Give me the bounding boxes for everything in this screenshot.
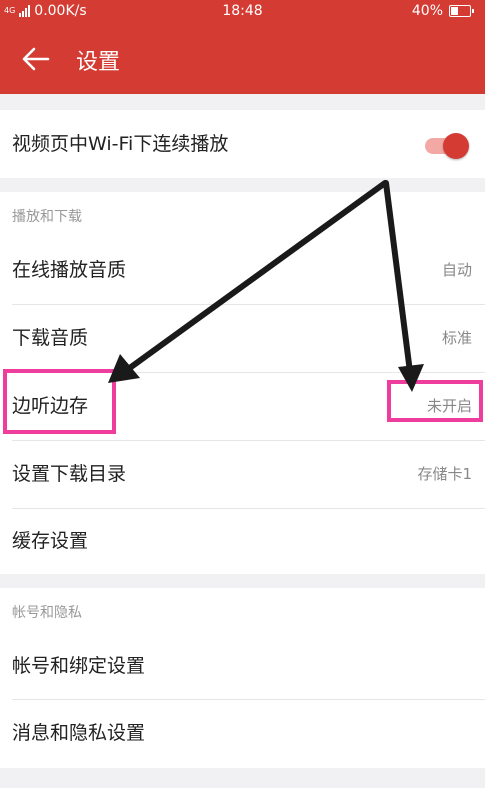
setting-row-account-binding[interactable]: 帐号和绑定设置 [0, 633, 485, 700]
page-title: 设置 [76, 50, 121, 75]
section-header-account: 帐号和隐私 [12, 605, 82, 621]
app-bar: 设置 [0, 24, 485, 94]
setting-row-download-quality[interactable]: 下载音质 标准 [0, 305, 485, 372]
setting-row-online-quality[interactable]: 在线播放音质 自动 [0, 237, 485, 304]
arrow-left-icon [22, 47, 50, 71]
message-privacy-label: 消息和隐私设置 [12, 722, 146, 744]
download-dir-label: 设置下载目录 [12, 463, 127, 485]
toggle-knob [443, 133, 469, 159]
back-button[interactable] [18, 41, 54, 77]
battery-icon [449, 5, 474, 17]
cache-label: 缓存设置 [12, 530, 89, 552]
online-quality-label: 在线播放音质 [12, 259, 127, 281]
autoplay-toggle[interactable] [425, 133, 471, 159]
battery-percent: 40% [411, 3, 443, 19]
status-bar: 4G 0.00K/s 18:48 40% [0, 0, 485, 24]
setting-row-message-privacy[interactable]: 消息和隐私设置 [0, 700, 485, 767]
account-binding-label: 帐号和绑定设置 [12, 655, 146, 677]
highlight-box-label [3, 369, 116, 434]
section-header-playback: 播放和下载 [12, 209, 82, 225]
autoplay-card: 视频页中Wi-Fi下连续播放 [0, 110, 485, 178]
account-card: 帐号和隐私 帐号和绑定设置 消息和隐私设置 [0, 588, 485, 768]
status-right: 40% [411, 3, 474, 19]
autoplay-label: 视频页中Wi-Fi下连续播放 [12, 133, 229, 155]
highlight-box-value [387, 380, 483, 422]
download-quality-value: 标准 [441, 329, 472, 347]
download-quality-label: 下载音质 [12, 327, 89, 349]
setting-row-cache[interactable]: 缓存设置 [0, 508, 485, 575]
online-quality-value: 自动 [441, 261, 472, 279]
download-dir-value: 存储卡1 [417, 465, 472, 483]
setting-row-download-dir[interactable]: 设置下载目录 存储卡1 [0, 441, 485, 508]
